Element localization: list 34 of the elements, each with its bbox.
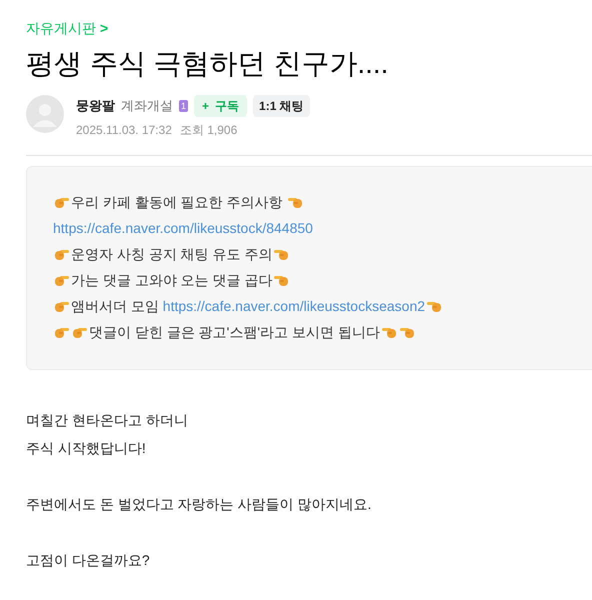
- hand-pointing-right-icon: [54, 325, 70, 339]
- hand-pointing-left-icon: [273, 273, 290, 287]
- body-text: 주변에서도 돈 벌었다고 자랑하는 사람들이 많아지네요.: [26, 495, 372, 514]
- notice-link[interactable]: https://cafe.naver.com/likeusstockseason2: [162, 298, 426, 314]
- breadcrumb-link[interactable]: 자유게시판: [26, 18, 96, 39]
- hand-pointing-left-icon: [287, 195, 304, 209]
- body-text: 주식 시작했답니다!: [26, 439, 147, 458]
- notice-text: 앰버서더 모임: [71, 298, 160, 314]
- chevron-icon: >: [100, 18, 108, 39]
- notice-text: 가는 댓글 고와야 오는 댓글 곱다: [71, 272, 272, 288]
- hand-pointing-left-icon: [273, 247, 290, 261]
- hand-pointing-right-icon: [72, 325, 88, 339]
- notice-text: 댓글이 닫힌 글은 광고'스팸'라고 보시면 됩니다: [89, 324, 380, 340]
- author-rank: 계좌개설: [121, 97, 173, 116]
- notice-text: 운영자 사칭 공지 채팅 유도 주의: [71, 246, 272, 262]
- avatar-icon: [26, 95, 64, 133]
- author-name[interactable]: 뭉왕팔: [76, 96, 115, 116]
- hand-pointing-right-icon: [54, 247, 70, 261]
- notice-link[interactable]: https://cafe.naver.com/likeusstock/844850: [53, 220, 313, 236]
- view-count: 조회 1,906: [180, 122, 238, 139]
- body-text: 고점이 다온걸까요?: [26, 551, 151, 570]
- chat-button[interactable]: 1:1 채팅: [253, 95, 310, 117]
- hand-pointing-left-icon: [426, 299, 442, 313]
- notice-text: 우리 카페 활동에 필요한 주의사항: [71, 194, 284, 210]
- level-badge: 1: [179, 100, 188, 112]
- hand-pointing-right-icon: [54, 195, 70, 209]
- hand-pointing-left-icon: [398, 325, 415, 339]
- hand-pointing-right-icon: [54, 273, 70, 287]
- hand-pointing-right-icon: [54, 299, 70, 313]
- post-title: 평생 주식 극혐하던 친구가....: [26, 47, 390, 81]
- body-text: 며칠간 현타온다고 하더니: [26, 411, 189, 430]
- post-date: 2025.11.03. 17:32: [76, 122, 172, 139]
- subscribe-button[interactable]: + 구독: [194, 95, 248, 117]
- hand-pointing-left-icon: [380, 325, 397, 339]
